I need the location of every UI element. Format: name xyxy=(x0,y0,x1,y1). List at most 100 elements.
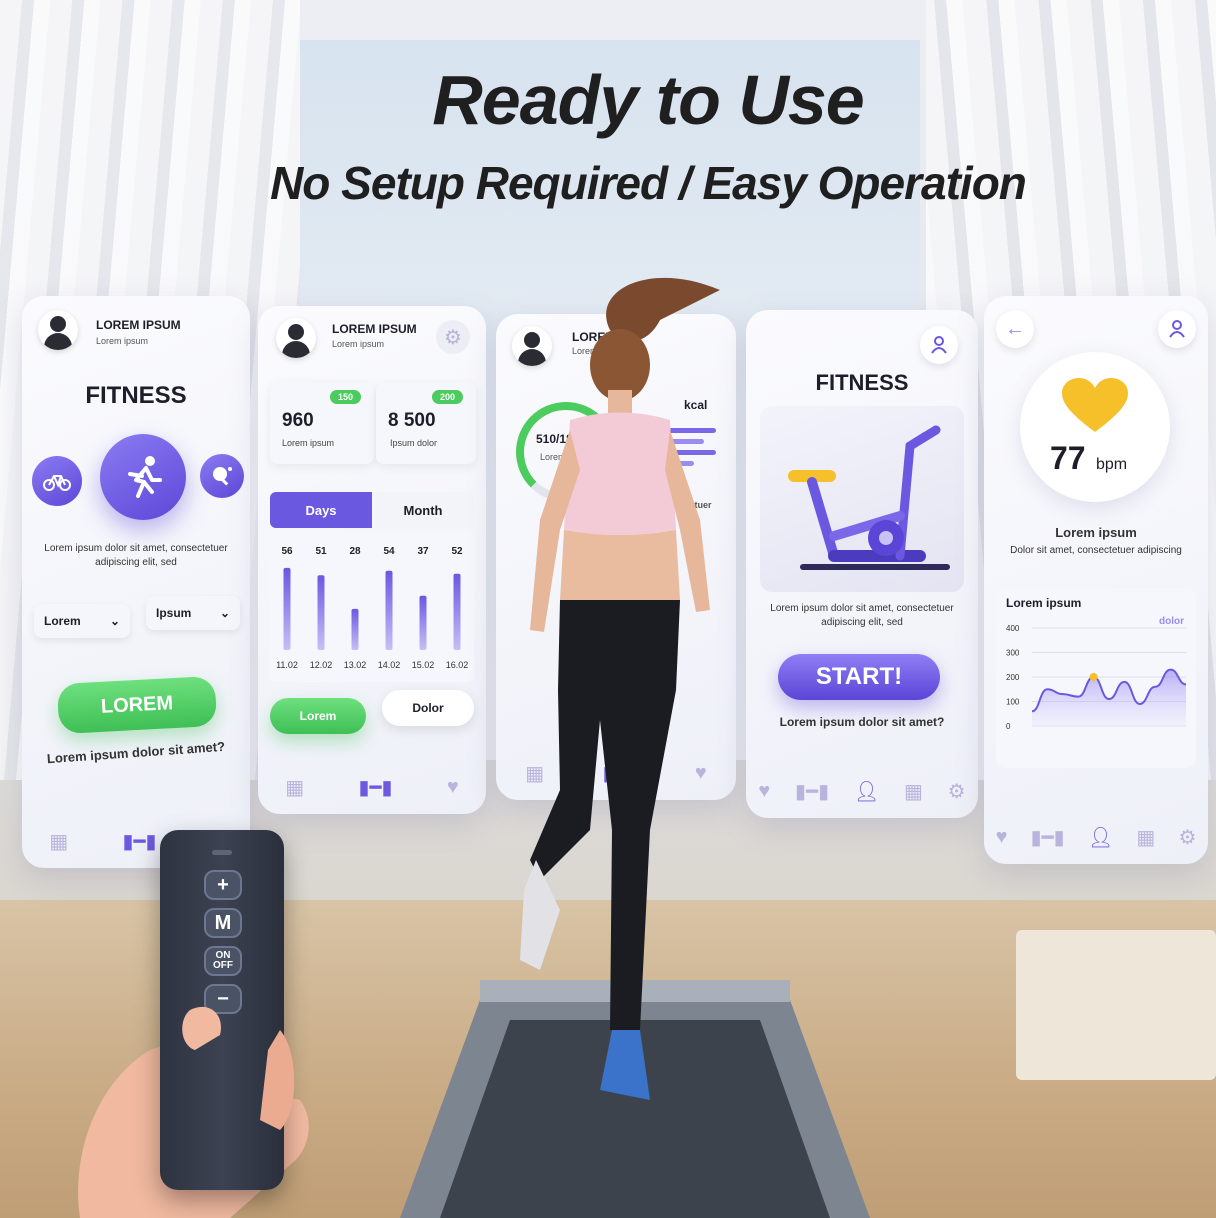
bar-value-label: 52 xyxy=(451,546,463,557)
power-button[interactable]: ON OFF xyxy=(204,946,242,976)
person-icon[interactable]: 👤︎ xyxy=(1088,825,1113,850)
bar-value-label: 51 xyxy=(315,546,327,557)
select-value: Lorem xyxy=(44,614,81,628)
panel-caption: Lorem ipsum dolor sit amet? xyxy=(46,738,226,767)
lorem-button[interactable]: LOREM xyxy=(56,675,218,735)
chevron-down-icon: ⌄ xyxy=(219,606,230,620)
bottom-nav: ♥ ▮━▮ 👤︎ ▦ ⚙ xyxy=(984,810,1208,864)
hand-fingers xyxy=(182,1006,295,1130)
panel-caption: Lorem ipsum dolor sit amet? xyxy=(779,715,945,729)
exercise-bike-icon xyxy=(788,425,950,570)
panel-heading: FITNESS xyxy=(815,370,909,395)
start-panel: FITNESS Lorem ipsum dolor sit amet, cons… xyxy=(746,310,978,818)
mode-button[interactable]: M xyxy=(204,908,242,938)
ping-pong-button[interactable] xyxy=(200,454,244,498)
start-button[interactable]: START! xyxy=(778,654,940,700)
runner-woman xyxy=(520,277,720,1100)
avatar[interactable] xyxy=(276,318,316,358)
gear-icon[interactable]: ⚙ xyxy=(1178,825,1196,850)
bar-category-label: 14.02 xyxy=(378,660,401,670)
heart-icon[interactable]: ♥ xyxy=(758,780,770,803)
calendar-icon[interactable]: ▦ xyxy=(285,775,304,800)
cycling-button[interactable] xyxy=(32,456,82,506)
bar xyxy=(351,608,359,650)
area-chart-svg: 0 100 200 300 400 xyxy=(1006,624,1187,731)
bar-category-label: 12.02 xyxy=(310,660,333,670)
bar-chart: 56 11.02 51 12.02 28 13.02 54 14.02 37 15.02 52 16.… xyxy=(270,532,474,682)
running-button[interactable] xyxy=(100,434,186,520)
person-icon[interactable]: 👤︎ xyxy=(854,779,879,804)
heart-icon[interactable]: ♥ xyxy=(996,826,1008,849)
bar xyxy=(419,595,427,650)
bicycle-icon xyxy=(43,475,71,491)
gear-icon[interactable]: ⚙ xyxy=(436,320,470,354)
user-name: LOREM IPSUM xyxy=(96,318,181,332)
dumbbell-icon[interactable]: ▮━▮ xyxy=(1031,825,1065,850)
period-tabs: Days Month xyxy=(270,492,474,528)
heart-icon[interactable]: ♥ xyxy=(447,776,459,799)
calendar-icon[interactable]: ▦ xyxy=(49,829,68,854)
heart-rate-panel: ← 77 bpm Lorem ipsum Dolor sit amet, con… xyxy=(984,296,1208,864)
stat-badge: 200 xyxy=(432,390,464,404)
remote-indicator xyxy=(212,850,232,855)
user-subtitle: Lorem ipsum xyxy=(96,336,149,346)
panel-description: Lorem ipsum dolor sit amet, consectetuer… xyxy=(44,543,228,568)
fitness-panel: LOREM IPSUM Lorem ipsum FITNESS Lorem ip… xyxy=(22,296,250,868)
dumbbell-icon[interactable]: ▮━▮ xyxy=(358,775,392,800)
gear-icon[interactable]: ⚙ xyxy=(948,779,966,804)
stat-value: 8 500 xyxy=(388,410,436,431)
user-subtitle: Lorem ipsum xyxy=(332,339,385,349)
line-chart-card: Lorem ipsum dolor 0 100 200 300 400 xyxy=(996,588,1196,768)
panel-heading: FITNESS xyxy=(85,382,187,409)
back-arrow-icon[interactable]: ← xyxy=(996,310,1034,348)
off-label: OFF xyxy=(213,960,233,971)
dumbbell-icon[interactable]: ▮━▮ xyxy=(122,829,156,854)
runner-icon xyxy=(128,456,162,498)
headline-title: Ready to Use xyxy=(432,61,864,139)
bar-category-label: 16.02 xyxy=(446,660,469,670)
stat-value: 960 xyxy=(282,410,314,431)
headline-subtitle: No Setup Required / Easy Operation xyxy=(270,157,1027,209)
side-console xyxy=(1016,930,1216,1080)
y-tick-label: 400 xyxy=(1006,624,1020,633)
highlight-point xyxy=(1089,673,1098,681)
bar-category-label: 13.02 xyxy=(344,660,367,670)
person-icon xyxy=(931,336,947,354)
bpm-value: 77 xyxy=(1050,440,1086,476)
tab-month[interactable]: Month xyxy=(372,492,474,528)
exercise-bike-image xyxy=(760,406,964,592)
user-icon[interactable] xyxy=(920,326,958,364)
tab-days[interactable]: Days xyxy=(270,492,372,528)
chevron-down-icon: ⌄ xyxy=(109,614,120,628)
calendar-icon[interactable]: ▦ xyxy=(1136,825,1155,850)
stat-label: Lorem ipsum xyxy=(282,438,335,448)
avatar[interactable] xyxy=(38,310,78,350)
bar xyxy=(385,570,393,650)
bottom-nav: ♥ ▮━▮ 👤︎ ▦ ⚙ xyxy=(746,764,978,818)
calendar-icon[interactable]: ▦ xyxy=(904,779,923,804)
bar xyxy=(317,575,325,650)
dumbbell-icon[interactable]: ▮━▮ xyxy=(795,779,829,804)
select-lorem[interactable]: Lorem ⌄ xyxy=(34,604,130,638)
bar-value-label: 54 xyxy=(383,546,395,557)
panel-description: Dolor sit amet, consectetuer adipiscing xyxy=(1010,545,1182,556)
user-icon[interactable] xyxy=(1158,310,1196,348)
person-icon xyxy=(1169,320,1185,338)
lorem-green-button[interactable]: Lorem xyxy=(270,698,366,734)
panel-title: Lorem ipsum xyxy=(1055,525,1137,540)
stat-card-2: 200 8 500 Ipsum dolor xyxy=(376,382,476,464)
y-tick-label: 0 xyxy=(1006,722,1011,731)
bar-value-label: 37 xyxy=(417,546,429,557)
user-name: LOREM IPSUM xyxy=(332,322,417,336)
bpm-unit: bpm xyxy=(1096,456,1128,473)
dolor-button[interactable]: Dolor xyxy=(382,690,474,726)
select-ipsum[interactable]: Ipsum ⌄ xyxy=(146,596,240,630)
plus-button[interactable]: + xyxy=(204,870,242,900)
bar xyxy=(453,573,461,650)
chart-title: Lorem ipsum xyxy=(1006,596,1082,610)
bar xyxy=(283,567,291,650)
stat-badge: 150 xyxy=(330,390,362,404)
bar-value-label: 28 xyxy=(349,546,361,557)
bar-chart-svg: 56 11.02 51 12.02 28 13.02 54 14.02 37 15.02 52 16.… xyxy=(276,546,469,670)
bottom-nav: ▦ ▮━▮ ♥ xyxy=(258,760,486,814)
